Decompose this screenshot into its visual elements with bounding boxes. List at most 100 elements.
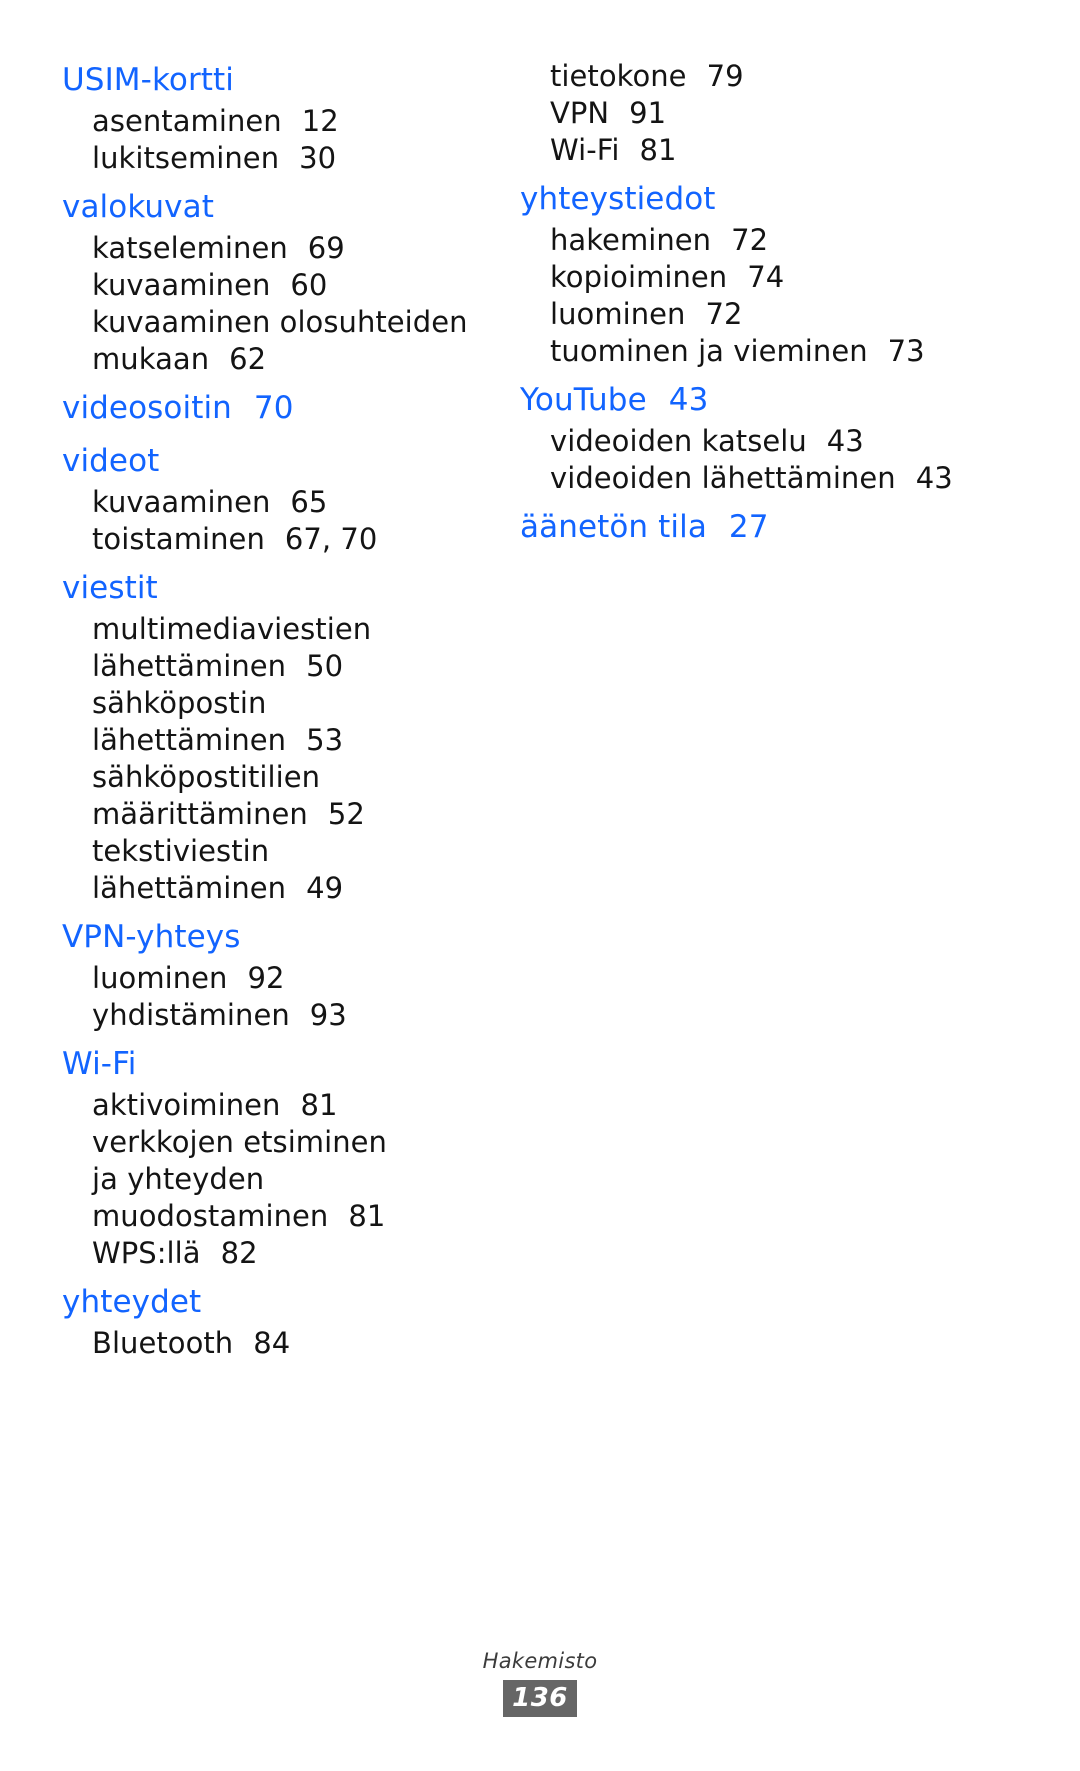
index-entry-page: 49 (306, 871, 344, 905)
index-group: äänetön tila 27 (520, 505, 960, 550)
index-entry-page: 69 (307, 231, 345, 265)
index-entry[interactable]: VPN 91 (520, 95, 960, 132)
index-entry-label: kuvaaminen olosuhteiden (92, 305, 468, 339)
index-entry-page: 50 (306, 649, 344, 683)
index-entry-list: videoiden katselu 43 videoiden lähettämine… (520, 423, 960, 497)
index-entry-label: lukitseminen (92, 141, 280, 175)
index-entry[interactable]: tekstiviestin (62, 833, 502, 870)
index-entry[interactable]: multimediaviestien (62, 611, 502, 648)
index-column-right: tietokone 79 VPN 91 Wi-Fi 81 yhteystiedot hakem… (520, 58, 960, 552)
index-group-heading[interactable]: äänetön tila 27 (520, 505, 960, 550)
index-column-left: USIM-kortti asentaminen 12 lukitseminen 30 va… (62, 58, 502, 1364)
index-entry[interactable]: lähettäminen 50 (62, 648, 502, 685)
index-entry-list: hakeminen 72 kopioiminen 74 luominen 72 tuomin… (520, 222, 960, 370)
index-group-heading[interactable]: YouTube 43 (520, 378, 960, 423)
index-entry[interactable]: ja yhteyden (62, 1161, 502, 1198)
index-entry[interactable]: verkkojen etsiminen (62, 1124, 502, 1161)
index-entry[interactable]: Wi-Fi 81 (520, 132, 960, 169)
index-entry[interactable]: muodostaminen 81 (62, 1198, 502, 1235)
index-entry-page: 12 (301, 104, 339, 138)
index-entry-list: multimediaviestien lähettäminen 50 sähköpos… (62, 611, 502, 907)
index-group-heading[interactable]: VPN-yhteys (62, 915, 502, 960)
index-entry-label: asentaminen (92, 104, 282, 138)
index-entry[interactable]: sähköpostitilien (62, 759, 502, 796)
index-entry-page: 81 (300, 1088, 338, 1122)
index-group-heading-label: USIM-kortti (62, 62, 235, 98)
index-group-heading-label: VPN-yhteys (62, 919, 241, 955)
index-entry-label: tietokone (550, 59, 687, 93)
index-group-heading-label: viestit (62, 570, 158, 606)
index-entry-label: luominen (550, 297, 686, 331)
index-entry-label: Bluetooth (92, 1326, 234, 1360)
index-entry[interactable]: kopioiminen 74 (520, 259, 960, 296)
index-group: yhteystiedot hakeminen 72 kopioiminen 74 luom… (520, 177, 960, 370)
index-group-heading[interactable]: USIM-kortti (62, 58, 502, 103)
index-entry[interactable]: WPS:llä 82 (62, 1235, 502, 1272)
index-entry-label: katseleminen (92, 231, 288, 265)
index-group-heading[interactable]: valokuvat (62, 185, 502, 230)
index-entry[interactable]: lukitseminen 30 (62, 140, 502, 177)
index-group-heading-page: 70 (253, 390, 294, 426)
index-group-heading[interactable]: yhteydet (62, 1280, 502, 1325)
index-entry-label: kopioiminen (550, 260, 728, 294)
index-entry-page: 74 (747, 260, 785, 294)
index-entry-page: 82 (220, 1236, 258, 1270)
index-group-heading[interactable]: viestit (62, 566, 502, 611)
index-entry-label: kuvaaminen (92, 485, 271, 519)
index-entry-label: verkkojen etsiminen (92, 1125, 387, 1159)
index-entry[interactable]: tuominen ja vieminen 73 (520, 333, 960, 370)
index-entry-label: lähettäminen (92, 871, 287, 905)
index-entry-label: WPS:llä (92, 1236, 201, 1270)
index-group: USIM-kortti asentaminen 12 lukitseminen 30 (62, 58, 502, 177)
index-entry[interactable]: sähköpostin (62, 685, 502, 722)
index-entry-label: sähköpostin (92, 686, 267, 720)
page-footer: Hakemisto 136 (0, 1648, 1080, 1717)
index-entry[interactable]: asentaminen 12 (62, 103, 502, 140)
index-entry-page: 30 (299, 141, 337, 175)
index-group: videot kuvaaminen 65 toistaminen 67, 70 (62, 439, 502, 558)
index-group-heading[interactable]: videot (62, 439, 502, 484)
index-entry-page: 43 (826, 424, 864, 458)
index-entry-list: asentaminen 12 lukitseminen 30 (62, 103, 502, 177)
index-entry[interactable]: Bluetooth 84 (62, 1325, 502, 1362)
index-group-heading[interactable]: Wi-Fi (62, 1042, 502, 1087)
index-entry-label: lähettäminen (92, 723, 287, 757)
index-entry[interactable]: toistaminen 67, 70 (62, 521, 502, 558)
index-entry-label: VPN (550, 96, 610, 130)
index-entry-label: ja yhteyden (92, 1162, 265, 1196)
index-entry[interactable]: kuvaaminen olosuhteiden (62, 304, 502, 341)
index-entry[interactable]: tietokone 79 (520, 58, 960, 95)
index-group: Wi-Fi aktivoiminen 81 verkkojen etsiminen ja… (62, 1042, 502, 1272)
index-entry-page: 52 (327, 797, 365, 831)
index-entry-page: 72 (731, 223, 769, 257)
index-entry[interactable]: aktivoiminen 81 (62, 1087, 502, 1124)
index-entry[interactable]: videoiden lähettäminen 43 (520, 460, 960, 497)
index-entry[interactable]: hakeminen 72 (520, 222, 960, 259)
index-entry[interactable]: lähettäminen 49 (62, 870, 502, 907)
index-entry-page: 43 (915, 461, 953, 495)
index-entry[interactable]: luominen 92 (62, 960, 502, 997)
index-entry-label: määrittäminen (92, 797, 308, 831)
index-entry-list: Bluetooth 84 (62, 1325, 502, 1362)
index-entry[interactable]: katseleminen 69 (62, 230, 502, 267)
index-group-heading[interactable]: videosoitin 70 (62, 386, 502, 431)
index-entry[interactable]: mukaan 62 (62, 341, 502, 378)
index-entry[interactable]: luominen 72 (520, 296, 960, 333)
index-entry[interactable]: määrittäminen 52 (62, 796, 502, 833)
index-entry[interactable]: kuvaaminen 60 (62, 267, 502, 304)
index-entry[interactable]: lähettäminen 53 (62, 722, 502, 759)
footer-section-label: Hakemisto (482, 1649, 598, 1673)
index-entry-page: 73 (887, 334, 925, 368)
index-entry-page: 53 (306, 723, 344, 757)
index-entry-list: tietokone 79 VPN 91 Wi-Fi 81 (520, 58, 960, 169)
index-entry[interactable]: yhdistäminen 93 (62, 997, 502, 1034)
index-group-heading-label: videot (62, 443, 160, 479)
index-entry-label: aktivoiminen (92, 1088, 281, 1122)
index-entry[interactable]: kuvaaminen 65 (62, 484, 502, 521)
index-entry-label: luominen (92, 961, 228, 995)
index-entry-label: videoiden lähettäminen (550, 461, 896, 495)
index-entry-label: tuominen ja vieminen (550, 334, 868, 368)
index-entry[interactable]: videoiden katselu 43 (520, 423, 960, 460)
index-entry-page: 81 (639, 133, 677, 167)
index-group-heading[interactable]: yhteystiedot (520, 177, 960, 222)
